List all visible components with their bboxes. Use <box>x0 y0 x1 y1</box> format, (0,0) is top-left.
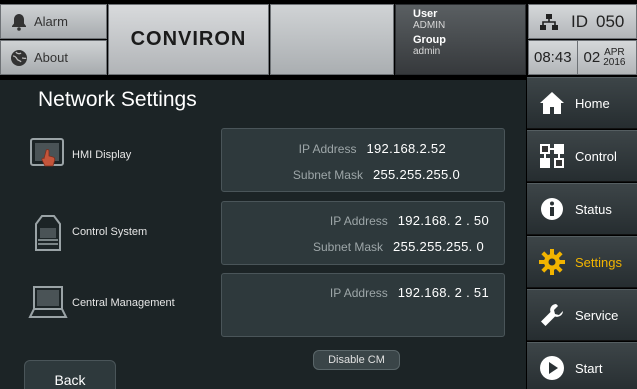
central-management-panel: IP Address 192.168. 2 . 51 <box>221 273 505 337</box>
nav-settings[interactable]: Settings <box>527 236 637 288</box>
about-label: About <box>34 50 68 65</box>
control-mask-line: Subnet Mask 255.255.255. 0 <box>313 239 484 254</box>
disable-cm-button[interactable]: Disable CM <box>313 350 400 370</box>
blank-panel <box>270 4 394 75</box>
hmi-mask-value[interactable]: 255.255.255.0 <box>373 167 460 182</box>
controller-icon <box>28 210 68 254</box>
globe-icon <box>9 49 29 67</box>
home-icon <box>538 89 566 117</box>
clock-time: 08:43 <box>529 41 578 74</box>
date-day: 02 <box>583 49 601 66</box>
nav-home-label: Home <box>575 95 610 111</box>
bell-icon <box>9 13 29 31</box>
control-system-row-label: Control System <box>28 210 147 254</box>
control-system-panel: IP Address 192.168. 2 . 50 Subnet Mask 2… <box>221 201 505 265</box>
date-year: 2016 <box>603 56 626 68</box>
conviron-logo: CONVIRON <box>130 28 247 50</box>
about-button[interactable]: About <box>0 40 107 75</box>
id-value: 050 <box>596 11 625 31</box>
hmi-mask-line: Subnet Mask 255.255.255.0 <box>293 167 460 182</box>
nav-control-label: Control <box>575 148 617 164</box>
id-label: ID <box>571 11 588 31</box>
control-mask-label: Subnet Mask <box>313 240 384 254</box>
network-settings-panel: Network Settings HMI Display IP Address … <box>0 80 526 389</box>
page-title: Network Settings <box>38 88 197 111</box>
date-month-year: APR 2016 <box>603 47 626 68</box>
hmi-display-row-label: HMI Display <box>28 133 131 177</box>
nav-status[interactable]: Status <box>527 183 637 235</box>
nav-start[interactable]: Start <box>527 342 637 389</box>
group-value: admin <box>413 46 441 57</box>
control-ip-line: IP Address 192.168. 2 . 50 <box>330 213 489 228</box>
nav-start-label: Start <box>575 360 603 376</box>
nav-service[interactable]: Service <box>527 289 637 341</box>
user-info: User ADMIN Group admin <box>395 4 526 75</box>
cm-ip-label: IP Address <box>329 286 388 300</box>
wrench-icon <box>538 301 566 329</box>
hmi-display-panel: IP Address 192.168.2.52 Subnet Mask 255.… <box>221 128 505 192</box>
gear-icon <box>538 248 566 276</box>
control-ip-label: IP Address <box>329 214 388 228</box>
nav-settings-label: Settings <box>575 254 622 270</box>
hmi-display-label: HMI Display <box>72 149 132 161</box>
hmi-ip-value[interactable]: 192.168.2.52 <box>366 141 446 156</box>
info-icon <box>538 195 566 223</box>
alarm-label: Alarm <box>34 14 68 29</box>
laptop-icon <box>28 281 68 325</box>
central-management-row-label: Central Management <box>28 281 175 325</box>
nav-home[interactable]: Home <box>527 77 637 129</box>
user-label: User <box>413 8 438 20</box>
network-icon <box>539 13 559 31</box>
nav-control[interactable]: Control <box>527 130 637 182</box>
top-bar: Alarm About CONVIRON User ADMIN Group ad… <box>0 0 637 78</box>
hmi-ip-label: IP Address <box>298 142 357 156</box>
back-button[interactable]: Back <box>24 360 116 389</box>
cm-ip-value[interactable]: 192.168. 2 . 51 <box>398 285 489 300</box>
play-icon <box>538 354 566 382</box>
nav-status-label: Status <box>575 201 612 217</box>
control-system-label: Control System <box>72 226 148 238</box>
datetime-box: 08:43 02 APR 2016 <box>528 40 637 75</box>
control-icon <box>538 142 566 170</box>
device-id-box: ID 050 <box>528 4 637 39</box>
hmi-mask-label: Subnet Mask <box>292 168 363 182</box>
alarm-button[interactable]: Alarm <box>0 4 107 39</box>
group-label: Group <box>413 34 446 46</box>
touchscreen-icon <box>28 133 68 177</box>
control-mask-value[interactable]: 255.255.255. 0 <box>393 239 484 254</box>
hmi-ip-line: IP Address 192.168.2.52 <box>299 141 446 156</box>
nav-service-label: Service <box>575 307 619 323</box>
user-value: ADMIN <box>413 20 446 31</box>
logo-box: CONVIRON <box>108 4 269 75</box>
control-ip-value[interactable]: 192.168. 2 . 50 <box>398 213 489 228</box>
cm-ip-line: IP Address 192.168. 2 . 51 <box>330 285 489 300</box>
central-management-label: Central Management <box>72 297 175 309</box>
